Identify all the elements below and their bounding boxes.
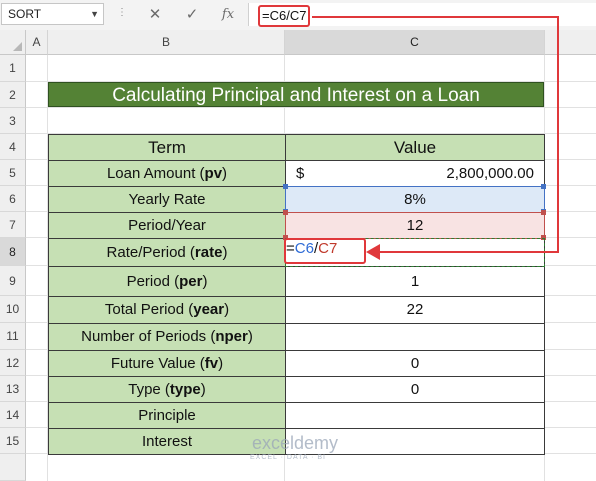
term-principle[interactable]: Principle (48, 402, 286, 429)
currency-symbol: $ (296, 165, 305, 182)
callout-line (378, 251, 559, 253)
row-header-11[interactable]: 11 (0, 323, 26, 350)
term-type[interactable]: Type (type) (48, 376, 286, 403)
term-future-value[interactable]: Future Value (fv) (48, 350, 286, 377)
row-header-8[interactable]: 8 (0, 238, 26, 266)
resize-handle[interactable] (541, 184, 546, 189)
term-label: Future Value ( (110, 355, 205, 372)
value-principle[interactable] (285, 402, 545, 429)
term-label-end: ) (218, 355, 224, 372)
term-label: Period/Year (128, 217, 206, 234)
term-label: Interest (141, 433, 193, 450)
reference-border-c6 (285, 186, 545, 213)
name-box[interactable]: SORT ▼ (1, 3, 104, 25)
callout-line (557, 16, 559, 253)
column-header-a[interactable]: A (26, 30, 48, 55)
term-label: Loan Amount ( (106, 165, 205, 182)
row-header-6[interactable]: 6 (0, 186, 26, 212)
term-label-end: ) (247, 328, 253, 345)
row-header-1[interactable]: 1 (0, 55, 26, 82)
select-all-corner[interactable] (0, 30, 26, 55)
reference-border-c7 (285, 212, 545, 239)
column-header-c[interactable]: C (285, 30, 545, 55)
column-header-b[interactable]: B (48, 30, 285, 55)
value-loan-amount[interactable]: $ 2,800,000.00 (285, 160, 545, 187)
row-header-13[interactable]: 13 (0, 376, 26, 402)
row-header-14[interactable]: 14 (0, 402, 26, 428)
term-label: Total Period ( (104, 301, 194, 318)
term-key: fv (204, 355, 219, 372)
term-key: per (179, 273, 203, 290)
term-key: year (193, 301, 225, 318)
row-header-3[interactable]: 3 (0, 108, 26, 134)
cancel-icon[interactable]: ✕ (144, 4, 166, 26)
row-header-10[interactable]: 10 (0, 296, 26, 323)
resize-handle[interactable] (283, 184, 288, 189)
term-number-of-periods[interactable]: Number of Periods (nper) (48, 323, 286, 351)
row-header-7[interactable]: 7 (0, 212, 26, 238)
separator-grip-icon: ⋮ (117, 7, 127, 18)
header-value[interactable]: Value (285, 134, 545, 161)
term-total-period[interactable]: Total Period (year) (48, 296, 286, 324)
term-label: Period ( (126, 273, 180, 290)
value-number-of-periods[interactable] (285, 323, 545, 351)
term-label: Yearly Rate (128, 191, 206, 208)
term-label: Type ( (128, 381, 170, 398)
term-key: nper (215, 328, 248, 345)
term-period[interactable]: Period (per) (48, 266, 286, 297)
term-loan-amount[interactable]: Loan Amount (pv) (48, 160, 286, 187)
resize-handle[interactable] (283, 210, 288, 215)
term-key: type (169, 381, 201, 398)
column-header-d[interactable] (545, 30, 596, 55)
term-label: Principle (138, 407, 196, 424)
insert-function-icon[interactable]: fx (217, 4, 239, 26)
amount-value: 2,800,000.00 (446, 165, 534, 182)
value-type[interactable]: 0 (285, 376, 545, 403)
row-header-2[interactable]: 2 (0, 82, 26, 108)
watermark-tagline: EXCEL · DATA · BI (250, 454, 326, 461)
term-label: Rate/Period ( (106, 244, 195, 261)
term-key: pv (204, 165, 223, 182)
value-total-period[interactable]: 22 (285, 296, 545, 324)
term-yearly-rate[interactable]: Yearly Rate (48, 186, 286, 213)
name-box-value: SORT (8, 7, 42, 21)
value-future-value[interactable]: 0 (285, 350, 545, 377)
formula-text[interactable]: =C6/C7 (258, 5, 311, 27)
row-header-15[interactable]: 15 (0, 428, 26, 454)
row-header-16[interactable] (0, 454, 26, 481)
term-label-end: ) (222, 165, 228, 182)
term-period-year[interactable]: Period/Year (48, 212, 286, 239)
row-header-12[interactable]: 12 (0, 350, 26, 376)
sheet-title[interactable]: Calculating Principal and Interest on a … (48, 82, 544, 107)
header-term[interactable]: Term (48, 134, 286, 161)
arrow-left-icon (366, 244, 380, 260)
row-header-9[interactable]: 9 (0, 266, 26, 296)
term-key: rate (194, 244, 223, 261)
row-header-4[interactable]: 4 (0, 134, 26, 160)
term-label-end: ) (224, 301, 230, 318)
watermark-text: exceldemy (252, 433, 339, 453)
term-rate-period[interactable]: Rate/Period (rate) (48, 238, 286, 267)
resize-handle[interactable] (541, 210, 546, 215)
formula-callout-box (284, 238, 366, 264)
term-interest[interactable]: Interest (48, 428, 286, 455)
term-label-end: ) (200, 381, 206, 398)
term-label-end: ) (222, 244, 228, 261)
value-period[interactable]: 1 (285, 266, 545, 297)
callout-line (312, 16, 559, 18)
term-label: Number of Periods ( (81, 328, 216, 345)
row-header-5[interactable]: 5 (0, 160, 26, 186)
term-label-end: ) (202, 273, 208, 290)
enter-icon[interactable]: ✓ (181, 4, 203, 26)
chevron-down-icon[interactable]: ▼ (90, 4, 99, 24)
